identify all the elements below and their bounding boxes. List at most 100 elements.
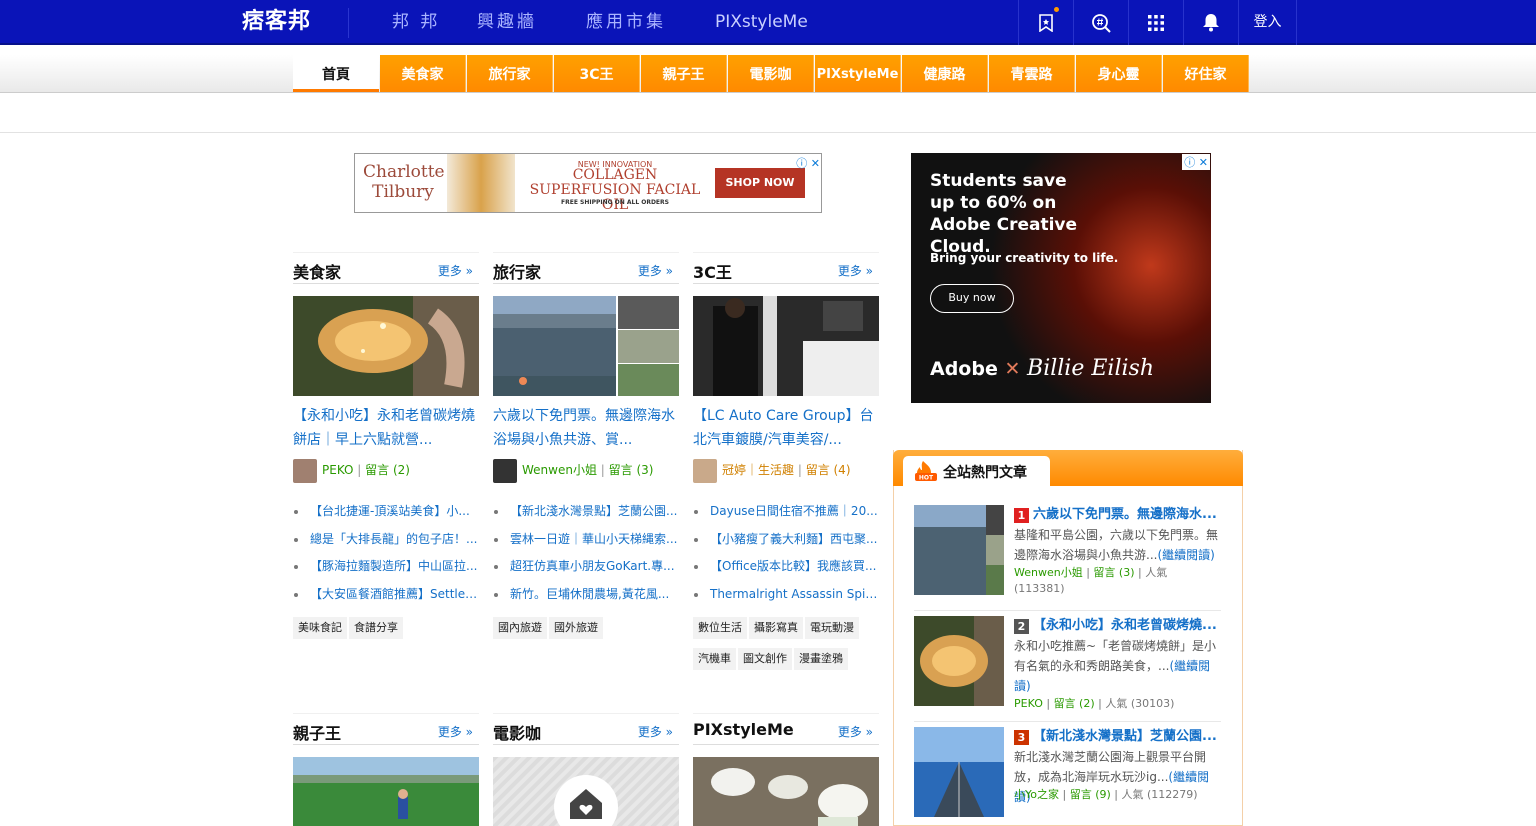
cat-home-living[interactable]: 好住家 <box>1163 55 1249 92</box>
avatar[interactable] <box>293 458 317 483</box>
cat-mind[interactable]: 身心靈 <box>1076 55 1162 92</box>
nav-app-market[interactable]: 應用市集 <box>586 0 666 45</box>
cat-health[interactable]: 健康路 <box>902 55 988 92</box>
author-link[interactable]: PEKO <box>1014 697 1043 710</box>
author-link[interactable]: Wenwen小姐 <box>522 463 597 477</box>
hot-fire-icon: HOT <box>915 461 937 482</box>
rank-badge: 2 <box>1014 619 1029 634</box>
avatar[interactable] <box>693 458 717 483</box>
hot-item-title[interactable]: 【新北淺水灣景點】芝蘭公園... <box>1033 727 1218 747</box>
column-travel: 旅行家 更多 » 六歲以下免門票。無邊際海水浴場與小魚共游、賞... Wenwe… <box>493 252 679 672</box>
more-link[interactable]: 更多 » <box>438 262 473 279</box>
author-link[interactable]: 小Yo之家 <box>1014 788 1059 801</box>
list-item[interactable]: 雲林一日遊｜華山小天梯縄索... <box>493 526 679 554</box>
post-title[interactable]: 【永和小吃】永和老曾碳烤燒餅店｜早上六點就營... <box>293 404 479 452</box>
comments-link[interactable]: 留言 (3) <box>1093 566 1134 579</box>
ad-buy-button[interactable]: Buy now <box>930 284 1014 313</box>
more-link[interactable]: 更多 » <box>638 262 673 279</box>
tag-list: 國內旅遊 國外旅遊 <box>493 616 679 647</box>
tag[interactable]: 國外旅遊 <box>549 617 603 639</box>
author-link[interactable]: 冠婷｜生活趣 <box>722 463 794 477</box>
post-thumbnail[interactable] <box>293 757 479 826</box>
column-title: PIXstyleMe <box>693 720 794 739</box>
ad-brands: Adobe ✕ Billie Eilish <box>930 356 1154 381</box>
nav-pixstyleme[interactable]: PIXstyleMe <box>715 0 808 45</box>
post-title[interactable]: 六歲以下免門票。無邊際海水浴場與小魚共游、賞... <box>493 404 679 452</box>
tag[interactable]: 汽機車 <box>693 648 736 670</box>
cat-parenting[interactable]: 親子王 <box>641 55 727 92</box>
column-header: 3C王 更多 » <box>693 252 879 284</box>
tag[interactable]: 攝影寫真 <box>749 617 803 639</box>
bookmark-button[interactable] <box>1018 0 1073 45</box>
cat-home[interactable]: 首頁 <box>293 55 379 92</box>
avatar[interactable] <box>493 458 517 483</box>
nav-interest-wall[interactable]: 興趣牆 <box>477 0 537 45</box>
comments-link[interactable]: 留言 (2) <box>1054 697 1095 710</box>
cat-career[interactable]: 青雲路 <box>989 55 1075 92</box>
tag[interactable]: 數位生活 <box>693 617 747 639</box>
list-item[interactable]: 總是「大排長龍」的包子店！... <box>293 526 479 554</box>
list-item[interactable]: 【新北淺水灣景點】芝蘭公園... <box>493 498 679 526</box>
side-ad[interactable]: ⓘ ✕ Students save up to 60% on Adobe Cre… <box>911 153 1211 403</box>
ad-info-close-icon[interactable]: ⓘ ✕ <box>796 155 820 171</box>
search-button[interactable] <box>1073 0 1128 45</box>
list-item[interactable]: 【台北捷運-頂溪站美食】小... <box>293 498 479 526</box>
cat-food[interactable]: 美食家 <box>380 55 466 92</box>
list-item[interactable]: 【小豬瘦了義大利麵】西屯聚... <box>693 526 879 554</box>
author-link[interactable]: PEKO <box>322 463 353 477</box>
post-thumbnail[interactable] <box>493 757 679 826</box>
cat-3c[interactable]: 3C王 <box>554 55 640 92</box>
post-thumbnail[interactable] <box>293 296 479 396</box>
nav-bangbang[interactable]: 邦 邦 <box>392 0 440 45</box>
list-item[interactable]: 【Office版本比較】我應該買... <box>693 553 879 581</box>
cat-travel[interactable]: 旅行家 <box>467 55 553 92</box>
list-item[interactable]: Thermalright Assassin Spirit ... <box>693 581 879 609</box>
author-link[interactable]: Wenwen小姐 <box>1014 566 1083 579</box>
tag[interactable]: 圖文創作 <box>738 648 792 670</box>
search-icon <box>1092 13 1111 33</box>
list-item[interactable]: 超狂仿真車小朋友GoKart.專... <box>493 553 679 581</box>
post-thumbnail[interactable] <box>693 757 879 826</box>
notifications-button[interactable] <box>1183 0 1238 45</box>
post-thumbnail[interactable] <box>493 296 679 396</box>
banner-ad[interactable]: Charlotte Tilbury NEW! INNOVATION COLLAG… <box>354 153 822 213</box>
more-link[interactable]: 更多 » <box>638 723 673 740</box>
site-logo[interactable]: 痞客邦 <box>242 7 320 39</box>
cat-movie[interactable]: 電影咖 <box>728 55 814 92</box>
comments-link[interactable]: 留言 (3) <box>609 463 654 477</box>
ad-info-close-icon[interactable]: ⓘ ✕ <box>1182 154 1210 170</box>
tag[interactable]: 美味食記 <box>293 617 347 639</box>
more-link[interactable]: 更多 » <box>838 723 873 740</box>
tag[interactable]: 食譜分享 <box>349 617 403 639</box>
comments-link[interactable]: 留言 (2) <box>365 463 410 477</box>
post-thumbnail[interactable] <box>693 296 879 396</box>
hot-item-title[interactable]: 六歲以下免門票。無邊際海水... <box>1033 505 1218 525</box>
hot-item-thumbnail[interactable] <box>914 505 1004 595</box>
ad-shop-button[interactable]: SHOP NOW <box>715 168 805 198</box>
cat-pixstyleme[interactable]: PIXstyleMe <box>815 55 901 92</box>
read-more-link[interactable]: (繼續閱讀) <box>1157 548 1214 562</box>
apps-grid-icon <box>1148 14 1164 31</box>
hot-item[interactable]: 2 【永和小吃】永和老曾碳烤燒... 永和小吃推薦~「老曾碳烤燒餅」是小有名氣的… <box>914 616 1221 722</box>
list-item[interactable]: 【大安區餐酒館推薦】Settle ... <box>293 581 479 609</box>
comments-link[interactable]: 留言 (9) <box>1070 788 1111 801</box>
apps-button[interactable] <box>1128 0 1183 45</box>
comments-link[interactable]: 留言 (4) <box>806 463 851 477</box>
tag[interactable]: 電玩動漫 <box>805 617 859 639</box>
list-item[interactable]: Dayuse日間住宿不推薦｜20... <box>693 498 879 526</box>
tag[interactable]: 國內旅遊 <box>493 617 547 639</box>
hot-item[interactable]: 3 【新北淺水灣景點】芝蘭公園... 新北淺水灣芝蘭公園海上觀景平台開放，成為北… <box>914 727 1221 826</box>
column-food: 美食家 更多 » 【永和小吃】永和老曾碳烤燒餅店｜早上六點就營... PEKO … <box>293 252 479 672</box>
more-link[interactable]: 更多 » <box>438 723 473 740</box>
list-item[interactable]: 【豚海拉麵製造所】中山區拉... <box>293 553 479 581</box>
list-item[interactable]: 新竹。巨埔休閒農場,黃花風... <box>493 581 679 609</box>
post-title[interactable]: 【LC Auto Care Group】台北汽車鍍膜/汽車美容/... <box>693 404 879 452</box>
hot-item-thumbnail[interactable] <box>914 616 1004 706</box>
hot-item-thumbnail[interactable] <box>914 727 1004 817</box>
hot-item-meta: 小Yo之家 | 留言 (9) | 人氣 (112279) <box>1014 788 1198 801</box>
tag[interactable]: 漫畫塗鴉 <box>794 648 848 670</box>
login-button[interactable]: 登入 <box>1238 0 1297 45</box>
hot-item[interactable]: 1 六歲以下免門票。無邊際海水... 基隆和平島公園，六歲以下免門票。無邊際海水… <box>914 505 1221 611</box>
hot-item-title[interactable]: 【永和小吃】永和老曾碳烤燒... <box>1033 616 1218 636</box>
more-link[interactable]: 更多 » <box>838 262 873 279</box>
